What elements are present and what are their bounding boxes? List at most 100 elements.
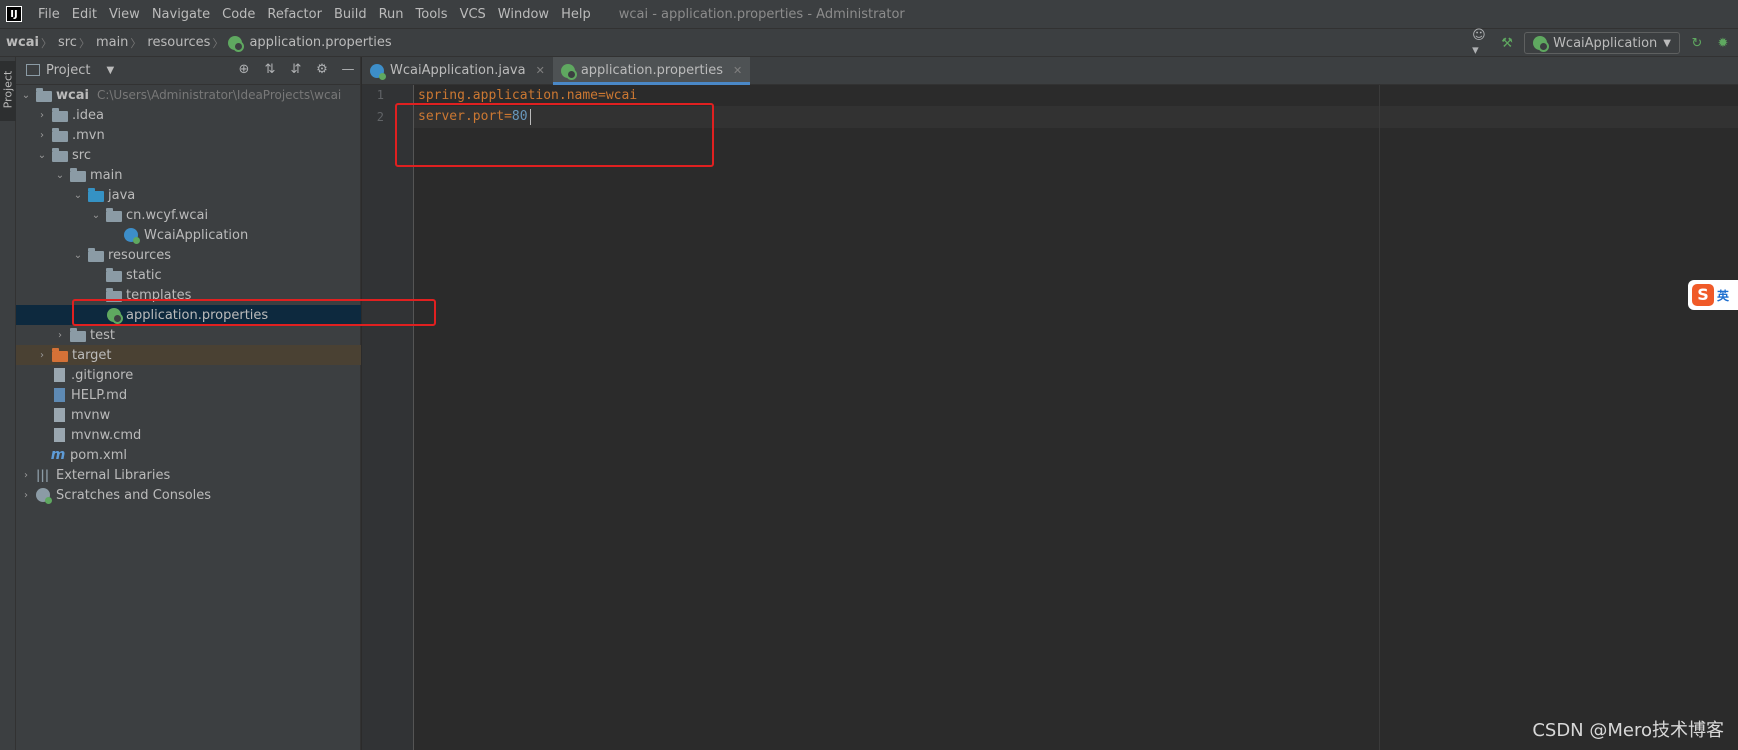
breadcrumb-src[interactable]: src: [52, 35, 77, 50]
run-configuration-select[interactable]: WcaiApplication ▼: [1524, 32, 1680, 54]
chevron-down-icon[interactable]: ⌄: [72, 250, 84, 261]
chevron-down-icon: ▼: [1663, 37, 1671, 49]
chevron-down-icon[interactable]: ⌄: [72, 190, 84, 201]
editor-gutter: 1 2: [362, 85, 414, 750]
breadcrumb-project[interactable]: wcai: [0, 35, 39, 50]
project-view-icon: [26, 64, 40, 76]
project-panel-title[interactable]: Project: [46, 63, 90, 78]
tree-item-wcai[interactable]: ⌄ wcai C:\Users\Administrator\IdeaProjec…: [16, 85, 361, 105]
breadcrumb-main[interactable]: main: [90, 35, 128, 50]
tree-item-gitignore[interactable]: .gitignore: [16, 365, 361, 385]
chevron-right-icon: 〉: [78, 36, 90, 50]
tree-item-test[interactable]: › test: [16, 325, 361, 345]
chevron-down-icon[interactable]: ⌄: [20, 90, 32, 101]
tree-item-help-md[interactable]: HELP.md: [16, 385, 361, 405]
project-tool-window-button[interactable]: Project: [0, 61, 16, 121]
package-icon: [106, 207, 122, 222]
menu-file[interactable]: File: [32, 7, 66, 22]
folder-icon: [106, 267, 122, 282]
spring-boot-class-icon: [124, 228, 140, 244]
chevron-right-icon[interactable]: ›: [36, 110, 48, 121]
editor-tab-bar: WcaiApplication.java ✕ application.prope…: [362, 57, 1738, 85]
expand-all-icon[interactable]: ⇅: [262, 62, 278, 78]
menu-help[interactable]: Help: [555, 7, 597, 22]
tree-item-resources[interactable]: ⌄ resources: [16, 245, 361, 265]
tree-item-wcaiapplication[interactable]: WcaiApplication: [16, 225, 361, 245]
chevron-down-icon[interactable]: ▼: [106, 65, 114, 76]
tree-item-external-libraries[interactable]: › ||| External Libraries: [16, 465, 361, 485]
chevron-right-icon: 〉: [212, 36, 224, 50]
menu-run[interactable]: Run: [373, 7, 410, 22]
tree-item-idea[interactable]: › .idea: [16, 105, 361, 125]
collapse-all-icon[interactable]: ⇵: [288, 62, 304, 78]
menu-tools[interactable]: Tools: [410, 7, 454, 22]
folder-icon: [52, 107, 68, 122]
tab-application-properties[interactable]: application.properties ✕: [552, 57, 751, 85]
watermark: CSDN @Mero技术博客: [1532, 720, 1724, 741]
debug-bug-icon[interactable]: ✹: [1714, 34, 1732, 52]
code-editor[interactable]: spring.application.name=wcai server.port…: [414, 85, 1738, 750]
run-configuration-label: WcaiApplication: [1553, 35, 1658, 51]
build-hammer-icon[interactable]: ⚒: [1498, 34, 1516, 52]
chevron-right-icon[interactable]: ›: [20, 470, 32, 481]
right-margin-guide: [1379, 85, 1380, 750]
folder-icon: [70, 167, 86, 182]
tree-item-mvnw[interactable]: mvnw: [16, 405, 361, 425]
locate-file-icon[interactable]: ⊕: [236, 62, 252, 78]
tree-item-mvn[interactable]: › .mvn: [16, 125, 361, 145]
breadcrumb-resources[interactable]: resources: [141, 35, 210, 50]
spring-boot-class-icon: [370, 63, 386, 80]
chevron-down-icon[interactable]: ⌄: [36, 150, 48, 161]
tab-wcaiapplication-java[interactable]: WcaiApplication.java ✕: [362, 57, 553, 84]
tree-item-static[interactable]: static: [16, 265, 361, 285]
spring-properties-icon: [560, 63, 577, 80]
chevron-right-icon[interactable]: ›: [36, 130, 48, 141]
resources-folder-icon: [88, 247, 104, 262]
close-icon[interactable]: ✕: [536, 64, 545, 77]
menu-navigate[interactable]: Navigate: [146, 7, 216, 22]
highlight-box-file: [72, 299, 436, 326]
tree-item-target[interactable]: › target: [16, 345, 361, 365]
gear-icon[interactable]: ⚙: [314, 62, 330, 78]
left-tool-stripe: Project: [0, 57, 16, 750]
menu-window[interactable]: Window: [492, 7, 555, 22]
breadcrumb-file[interactable]: application.properties: [247, 35, 391, 50]
line-number: 1: [376, 88, 384, 102]
toolbar-right: ☺▾ ⚒ WcaiApplication ▼ ↻ ✹: [1472, 28, 1732, 58]
ime-mode-label: 英: [1717, 288, 1730, 303]
chevron-right-icon[interactable]: ›: [54, 330, 66, 341]
ime-indicator[interactable]: S 英: [1688, 280, 1738, 310]
tree-item-package[interactable]: ⌄ cn.wcyf.wcai: [16, 205, 361, 225]
project-panel: Project ▼ ⊕ ⇅ ⇵ ⚙ — ⌄ wcai C:\Users\Admi…: [16, 57, 361, 750]
close-icon[interactable]: ✕: [733, 64, 742, 77]
project-panel-header: Project ▼ ⊕ ⇅ ⇵ ⚙ —: [16, 57, 360, 85]
hide-panel-icon[interactable]: —: [340, 62, 356, 78]
rerun-icon[interactable]: ↻: [1688, 34, 1706, 52]
menu-view[interactable]: View: [103, 7, 146, 22]
user-icon[interactable]: ☺▾: [1472, 28, 1490, 58]
tree-item-pom-xml[interactable]: m pom.xml: [16, 445, 361, 465]
chevron-right-icon[interactable]: ›: [36, 350, 48, 361]
tree-item-src[interactable]: ⌄ src: [16, 145, 361, 165]
gitignore-file-icon: [54, 368, 65, 382]
excluded-folder-icon: [52, 347, 68, 362]
menu-build[interactable]: Build: [328, 7, 373, 22]
menu-refactor[interactable]: Refactor: [261, 7, 328, 22]
line-number: 2: [376, 110, 384, 124]
spring-boot-icon: [1533, 36, 1550, 52]
menu-vcs[interactable]: VCS: [454, 7, 492, 22]
chevron-right-icon: 〉: [40, 36, 52, 50]
tree-item-scratches[interactable]: › Scratches and Consoles: [16, 485, 361, 505]
chevron-down-icon[interactable]: ⌄: [90, 210, 102, 221]
chevron-down-icon[interactable]: ⌄: [54, 170, 66, 181]
menu-code[interactable]: Code: [216, 7, 261, 22]
highlight-box-code: [395, 103, 714, 167]
tree-item-java[interactable]: ⌄ java: [16, 185, 361, 205]
menu-edit[interactable]: Edit: [66, 7, 103, 22]
window-title: wcai - application.properties - Administ…: [618, 6, 905, 22]
tree-item-main[interactable]: ⌄ main: [16, 165, 361, 185]
chevron-right-icon[interactable]: ›: [20, 490, 32, 501]
maven-file-icon: m: [50, 447, 66, 463]
chevron-right-icon: 〉: [130, 36, 142, 50]
tree-item-mvnw-cmd[interactable]: mvnw.cmd: [16, 425, 361, 445]
